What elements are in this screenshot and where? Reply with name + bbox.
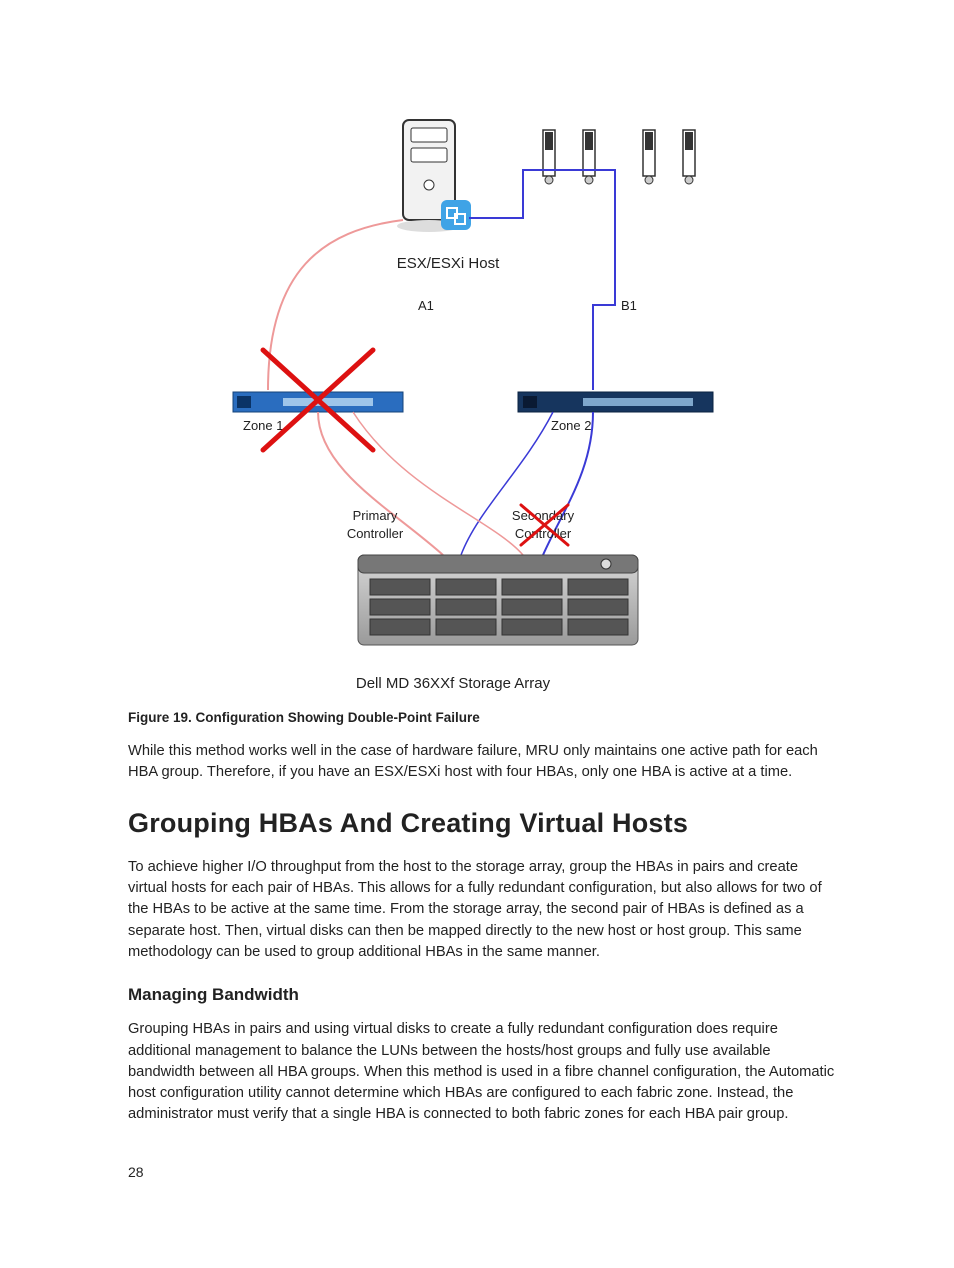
hba-cards-icon <box>543 130 695 184</box>
primary-controller-label-2: Controller <box>347 526 404 541</box>
intro-paragraph: While this method works well in the case… <box>128 741 838 784</box>
storage-array-icon <box>358 555 638 645</box>
zone2-label: Zone 2 <box>551 418 591 433</box>
section-heading-grouping-hbas: Grouping HBAs And Creating Virtual Hosts <box>128 808 838 839</box>
network-diagram: ESX/ESXi Host A1 B1 Zone 1 Zone 2 <box>223 110 743 700</box>
path-b1-label: B1 <box>621 298 637 313</box>
path-b1-line <box>469 170 615 390</box>
secondary-controller-label-2: Controller <box>515 526 572 541</box>
subsection-heading-bandwidth: Managing Bandwidth <box>128 985 838 1005</box>
main-paragraph: To achieve higher I/O throughput from th… <box>128 857 838 964</box>
path-a1-label: A1 <box>418 298 434 313</box>
secondary-controller-label-1: Secondary <box>512 508 575 523</box>
vmware-badge-icon <box>441 200 471 230</box>
figure-19: ESX/ESXi Host A1 B1 Zone 1 Zone 2 <box>128 110 838 725</box>
array-label: Dell MD 36XXf Storage Array <box>356 675 551 692</box>
primary-controller-label-1: Primary <box>353 508 398 523</box>
page-number: 28 <box>128 1164 838 1180</box>
bandwidth-paragraph: Grouping HBAs in pairs and using virtual… <box>128 1019 838 1126</box>
path-a1-line <box>268 220 403 390</box>
zone2-switch-icon <box>518 392 713 412</box>
page-content: ESX/ESXi Host A1 B1 Zone 1 Zone 2 <box>0 0 954 1240</box>
zone1-label: Zone 1 <box>243 418 283 433</box>
host-label: ESX/ESXi Host <box>397 255 500 272</box>
figure-caption: Figure 19. Configuration Showing Double-… <box>128 710 838 725</box>
